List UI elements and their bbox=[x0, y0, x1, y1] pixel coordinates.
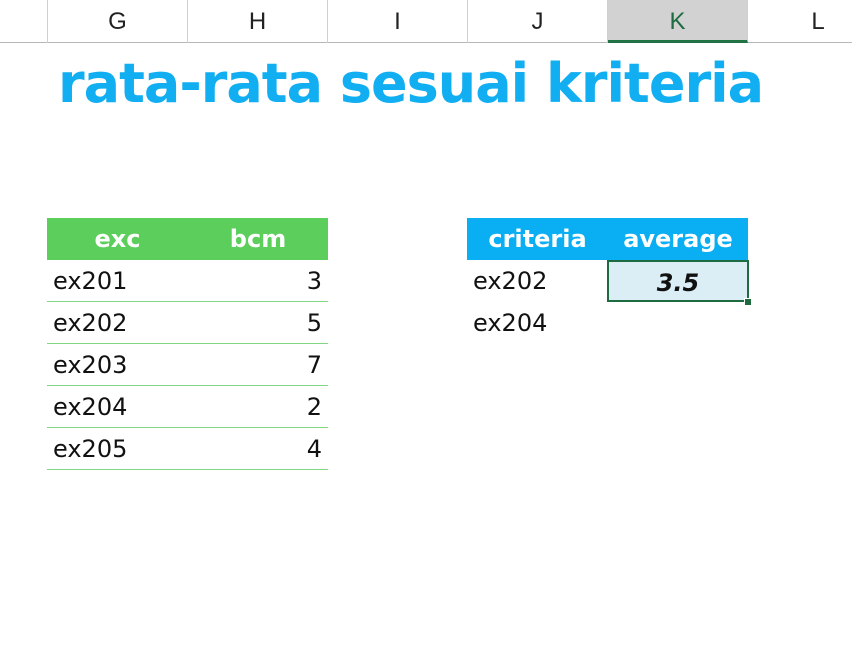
source-cell-exc[interactable]: ex204 bbox=[47, 386, 188, 428]
criteria-cell[interactable]: ex204 bbox=[467, 302, 608, 344]
source-cell-exc[interactable]: ex202 bbox=[47, 302, 188, 344]
source-cell-exc[interactable]: ex203 bbox=[47, 344, 188, 386]
sheet-title[interactable]: rata-rata sesuai kriteria bbox=[58, 57, 764, 111]
select-all-corner[interactable] bbox=[0, 0, 48, 43]
column-header-g[interactable]: G bbox=[48, 0, 188, 43]
source-cell-bcm[interactable]: 7 bbox=[188, 344, 328, 386]
column-header-h[interactable]: H bbox=[188, 0, 328, 43]
average-header[interactable]: average bbox=[608, 218, 748, 260]
column-header-k[interactable]: K bbox=[608, 0, 748, 43]
source-cell-bcm[interactable]: 4 bbox=[188, 428, 328, 470]
average-cell-active[interactable]: 3.5 bbox=[607, 260, 749, 302]
criteria-cell[interactable]: ex202 bbox=[467, 260, 608, 302]
column-header-j[interactable]: J bbox=[468, 0, 608, 43]
source-cell-exc[interactable]: ex205 bbox=[47, 428, 188, 470]
source-cell-bcm[interactable]: 2 bbox=[188, 386, 328, 428]
source-header-bcm[interactable]: bcm bbox=[188, 218, 328, 260]
column-header-l[interactable]: L bbox=[748, 0, 852, 43]
criteria-header[interactable]: criteria bbox=[467, 218, 608, 260]
source-cell-bcm[interactable]: 5 bbox=[188, 302, 328, 344]
source-cell-exc[interactable]: ex201 bbox=[47, 260, 188, 302]
column-header-i[interactable]: I bbox=[328, 0, 468, 43]
source-cell-bcm[interactable]: 3 bbox=[188, 260, 328, 302]
column-header-bar: G H I J K L bbox=[0, 0, 852, 43]
average-cell[interactable] bbox=[608, 302, 748, 344]
source-header-exc[interactable]: exc bbox=[47, 218, 188, 260]
